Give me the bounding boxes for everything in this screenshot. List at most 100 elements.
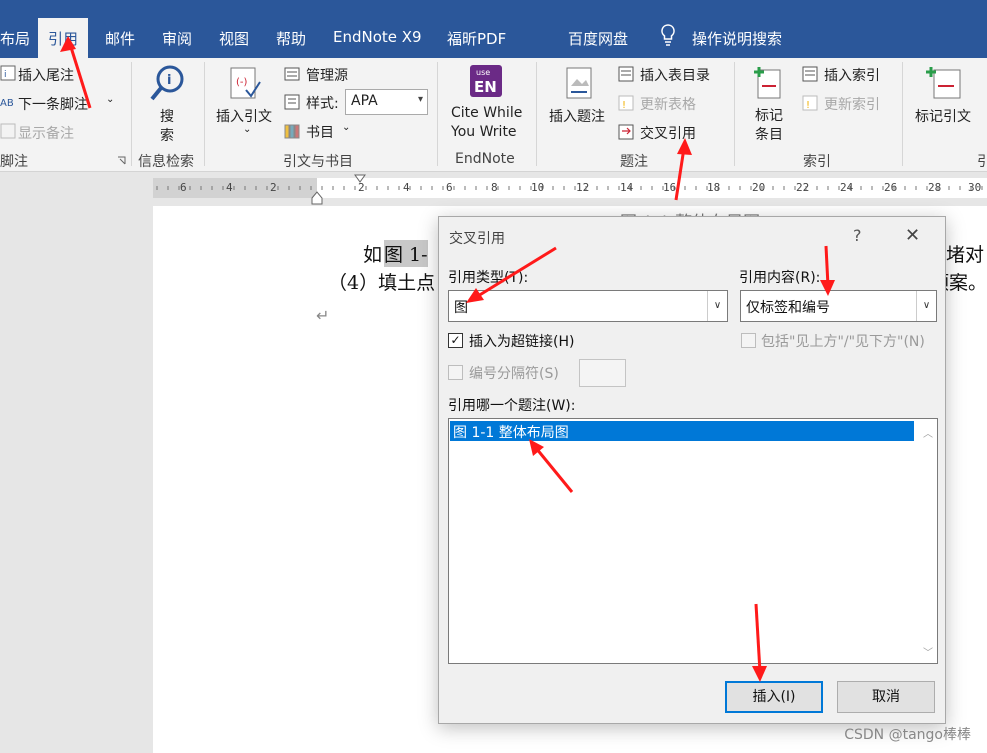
- chevron-down-icon: ∨: [707, 291, 727, 321]
- lightbulb-icon: [661, 24, 675, 46]
- group-label-table-of-authorities: 引: [977, 154, 987, 170]
- tab-layout[interactable]: 布局: [0, 28, 30, 49]
- insert-index-button[interactable]: 插入索引: [824, 65, 880, 85]
- group-label-footnotes: 脚注: [0, 154, 28, 170]
- chevron-down-icon: ▾: [417, 94, 423, 105]
- insert-button[interactable]: 插入(I): [725, 681, 823, 713]
- include-above-below-label: 包括"见上方"/"见下方"(N): [761, 334, 925, 350]
- insert-endnote-icon: i: [0, 65, 16, 81]
- ribbon: i 插入尾注 AB 下一条脚注 ⌄ 显示备注 脚注 i 搜 索 信息检索 (-)…: [0, 58, 987, 172]
- separate-numbers-checkbox[interactable]: [448, 365, 463, 380]
- first-line-indent-marker[interactable]: [354, 174, 366, 184]
- help-icon[interactable]: ?: [853, 226, 862, 245]
- search-button-label-2[interactable]: 索: [160, 125, 174, 145]
- chevron-down-icon[interactable]: ⌄: [106, 94, 114, 105]
- reference-type-select[interactable]: 图 ∨: [448, 290, 728, 322]
- separator-input[interactable]: [579, 359, 626, 387]
- document-text-line2-start: （4）填土点: [328, 272, 436, 294]
- tab-mailings[interactable]: 邮件: [105, 28, 135, 49]
- close-icon[interactable]: ✕: [905, 225, 920, 246]
- mark-citation-button[interactable]: 标记引文: [915, 106, 971, 126]
- endnote-logo-icon: use EN: [470, 65, 502, 97]
- dialog-title: 交叉引用: [449, 231, 505, 247]
- group-separator: [437, 62, 438, 166]
- search-icon: i: [150, 65, 184, 101]
- cite-while-you-write-label-2[interactable]: You Write: [451, 124, 517, 140]
- endnote-logo-small-text: use: [476, 68, 490, 77]
- insert-citation-icon: (-): [230, 67, 261, 99]
- update-index-button[interactable]: 更新索引: [824, 94, 880, 114]
- mark-entry-label-1[interactable]: 标记: [755, 105, 783, 125]
- caption-listbox[interactable]: 图 1-1 整体布局图 ︿ ﹀: [448, 418, 938, 664]
- group-separator: [536, 62, 537, 166]
- tab-review[interactable]: 审阅: [162, 28, 192, 49]
- insert-hyperlink-checkbox[interactable]: ✓: [448, 333, 463, 348]
- cite-while-you-write-label-1[interactable]: Cite While: [451, 105, 522, 121]
- dialog-launcher-icon[interactable]: [117, 156, 126, 165]
- group-separator: [131, 62, 132, 166]
- document-text-line1-start: 如: [363, 244, 383, 266]
- group-label-captions: 题注: [620, 154, 648, 170]
- ruler-ticks: [156, 186, 983, 190]
- manage-sources-button[interactable]: 管理源: [306, 65, 348, 85]
- tab-references[interactable]: 引用: [38, 18, 89, 58]
- tab-view[interactable]: 视图: [219, 28, 249, 49]
- search-button-label-1[interactable]: 搜: [160, 106, 174, 126]
- mark-entry-icon: [754, 67, 781, 99]
- tab-foxit-pdf[interactable]: 福昕PDF: [447, 28, 506, 49]
- include-above-below-checkbox[interactable]: [741, 333, 756, 348]
- table-of-figures-icon: [618, 66, 634, 82]
- watermark: CSDN @tango棒棒: [844, 727, 971, 743]
- update-table-button[interactable]: 更新表格: [640, 94, 696, 114]
- tab-endnote[interactable]: EndNote X9: [333, 28, 422, 46]
- insert-caption-button[interactable]: 插入题注: [549, 106, 605, 126]
- bibliography-button[interactable]: 书目: [306, 122, 334, 142]
- chevron-down-icon: ∨: [916, 291, 936, 321]
- update-table-icon: !: [618, 95, 634, 111]
- document-text-line1-end: 堵对: [946, 244, 985, 266]
- group-separator: [902, 62, 903, 166]
- next-footnote-icon: AB: [0, 98, 14, 109]
- next-footnote-button[interactable]: 下一条脚注: [18, 94, 88, 114]
- mark-entry-label-2[interactable]: 条目: [755, 124, 783, 144]
- scroll-down-icon[interactable]: ﹀: [923, 644, 933, 659]
- citation-style-select[interactable]: APA ▾: [345, 89, 428, 115]
- group-separator: [734, 62, 735, 166]
- reference-content-label: 引用内容(R):: [739, 270, 821, 286]
- reference-type-label: 引用类型(T):: [448, 270, 529, 286]
- tab-help[interactable]: 帮助: [276, 28, 306, 49]
- left-indent-marker[interactable]: [311, 191, 323, 205]
- paragraph-mark-icon: ↵: [316, 306, 330, 325]
- group-label-citations: 引文与书目: [283, 154, 353, 170]
- reference-content-select[interactable]: 仅标签和编号 ∨: [740, 290, 937, 322]
- group-label-research: 信息检索: [138, 154, 194, 170]
- scroll-up-icon[interactable]: ︿: [923, 425, 933, 440]
- style-icon: [284, 94, 300, 110]
- cross-reference-dialog: 交叉引用 ? ✕ 引用类型(T): 图 ∨ 引用内容(R): 仅标签和编号 ∨ …: [438, 216, 946, 724]
- tell-me-search[interactable]: 操作说明搜索: [692, 28, 782, 49]
- svg-text:!: !: [806, 100, 810, 111]
- mark-citation-icon: [926, 67, 961, 99]
- show-notes-button[interactable]: 显示备注: [18, 123, 74, 143]
- svg-text:AB: AB: [0, 98, 14, 109]
- insert-caption-icon: [566, 67, 592, 99]
- separate-numbers-label: 编号分隔符(S): [469, 366, 559, 382]
- insert-table-of-figures-button[interactable]: 插入表目录: [640, 65, 710, 85]
- list-item[interactable]: 图 1-1 整体布局图: [450, 421, 914, 441]
- show-notes-icon: [0, 123, 16, 139]
- reference-content-value: 仅标签和编号: [746, 300, 830, 316]
- horizontal-ruler[interactable]: 6 4 2 2 4 6 8 10 12 14 16 18 20 22 24 26…: [153, 174, 987, 205]
- group-label-index: 索引: [803, 154, 831, 170]
- insert-citation-button[interactable]: 插入引文: [216, 106, 272, 126]
- insert-index-icon: [802, 66, 818, 82]
- citation-style-value: APA: [351, 93, 378, 109]
- svg-text:i: i: [4, 70, 7, 80]
- manage-sources-icon: [284, 67, 300, 81]
- chevron-down-icon[interactable]: ⌄: [342, 122, 350, 133]
- chevron-down-icon[interactable]: ⌄: [243, 124, 251, 135]
- tab-baidu-netdisk[interactable]: 百度网盘: [568, 28, 628, 49]
- cross-reference-button[interactable]: 交叉引用: [640, 123, 696, 143]
- cancel-button[interactable]: 取消: [837, 681, 935, 713]
- cross-reference-icon: [618, 124, 634, 140]
- insert-endnote-button[interactable]: 插入尾注: [18, 65, 74, 85]
